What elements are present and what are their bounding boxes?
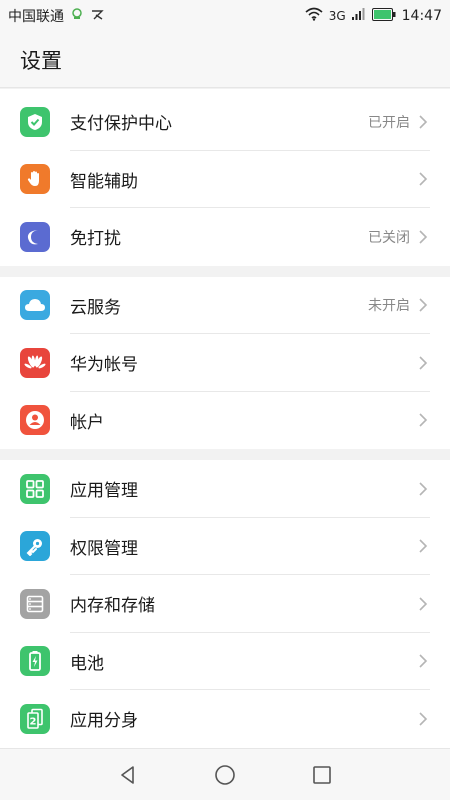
battery-icon xyxy=(20,646,50,677)
svg-text:2: 2 xyxy=(30,716,37,727)
settings-item-accounts[interactable]: 帐户 xyxy=(0,392,450,450)
settings-group: 支付保护中心 已开启 智能辅助 免打扰 已关闭 xyxy=(0,93,450,266)
network-type-label: 3G xyxy=(328,9,346,23)
home-circle-icon xyxy=(215,764,235,785)
section-divider xyxy=(0,265,450,277)
chevron-right-icon xyxy=(419,230,428,244)
chevron-right-icon xyxy=(419,597,428,611)
settings-item-label: 应用分身 xyxy=(70,711,138,732)
chevron-right-icon xyxy=(419,298,428,312)
app-twin-icon: 2 xyxy=(20,703,50,734)
navigation-bar xyxy=(0,748,450,800)
home-button[interactable] xyxy=(211,761,239,789)
signal-icon xyxy=(351,8,366,24)
storage-icon xyxy=(20,588,50,619)
settings-item-status: 已开启 xyxy=(368,114,410,131)
settings-item-payment-protection[interactable]: 支付保护中心 已开启 xyxy=(0,93,450,151)
settings-item-memory-storage[interactable]: 内存和存储 xyxy=(0,575,450,633)
cloud-icon xyxy=(20,290,50,321)
chevron-right-icon xyxy=(419,712,428,726)
app-bar: 设置 xyxy=(0,32,450,88)
settings-group: 应用管理 权限管理 内存和存储 电池 2 应用分身 xyxy=(0,460,450,748)
recents-button[interactable] xyxy=(308,761,336,789)
chevron-right-icon xyxy=(419,172,428,186)
chevron-right-icon xyxy=(419,482,428,496)
status-bar: 中国联通 3G 14:47 xyxy=(0,0,450,32)
user-icon xyxy=(20,405,50,436)
settings-item-label: 电池 xyxy=(70,653,104,674)
settings-item-label: 智能辅助 xyxy=(70,171,138,192)
section-divider xyxy=(0,449,450,460)
settings-item-permissions[interactable]: 权限管理 xyxy=(0,518,450,576)
settings-item-cloud[interactable]: 云服务 未开启 xyxy=(0,277,450,335)
recents-square-icon xyxy=(312,765,331,784)
key-icon xyxy=(20,531,50,562)
chevron-right-icon xyxy=(419,539,428,553)
settings-group: 云服务 未开启 华为帐号 帐户 xyxy=(0,276,450,450)
settings-item-status: 已关闭 xyxy=(368,229,410,246)
settings-item-label: 应用管理 xyxy=(70,481,138,502)
wifi-icon xyxy=(305,7,323,25)
battery-status-icon xyxy=(371,7,396,25)
moon-icon xyxy=(20,221,50,252)
app-notification-icon xyxy=(90,7,104,25)
settings-item-huawei-id[interactable]: 华为帐号 xyxy=(0,334,450,392)
shield-check-icon xyxy=(20,106,50,137)
settings-item-app-management[interactable]: 应用管理 xyxy=(0,460,450,518)
settings-item-label: 云服务 xyxy=(70,297,121,318)
settings-list[interactable]: 支付保护中心 已开启 智能辅助 免打扰 已关闭 云服务 未开启 华为帐号 帐户 … xyxy=(0,89,450,748)
settings-item-battery[interactable]: 电池 xyxy=(0,633,450,691)
huawei-logo-icon xyxy=(20,347,50,378)
back-triangle-icon xyxy=(121,765,135,784)
hand-icon xyxy=(20,164,50,195)
page-title: 设置 xyxy=(20,48,62,73)
notification-icon xyxy=(70,7,84,25)
settings-item-smart-assist[interactable]: 智能辅助 xyxy=(0,151,450,209)
settings-item-app-twin[interactable]: 2 应用分身 xyxy=(0,690,450,748)
settings-item-label: 免打扰 xyxy=(70,229,121,250)
settings-item-label: 帐户 xyxy=(70,412,104,433)
back-button[interactable] xyxy=(114,761,142,789)
settings-item-label: 权限管理 xyxy=(70,538,138,559)
settings-item-status: 未开启 xyxy=(368,298,410,315)
settings-item-label: 内存和存储 xyxy=(70,596,155,617)
chevron-right-icon xyxy=(419,413,428,427)
chevron-right-icon xyxy=(419,356,428,370)
apps-grid-icon xyxy=(20,473,50,504)
settings-item-label: 支付保护中心 xyxy=(70,114,172,135)
carrier-label: 中国联通 xyxy=(8,9,64,25)
settings-item-do-not-disturb[interactable]: 免打扰 已关闭 xyxy=(0,208,450,266)
settings-item-label: 华为帐号 xyxy=(70,355,138,376)
chevron-right-icon xyxy=(419,115,428,129)
chevron-right-icon xyxy=(419,654,428,668)
clock: 14:47 xyxy=(401,8,442,24)
